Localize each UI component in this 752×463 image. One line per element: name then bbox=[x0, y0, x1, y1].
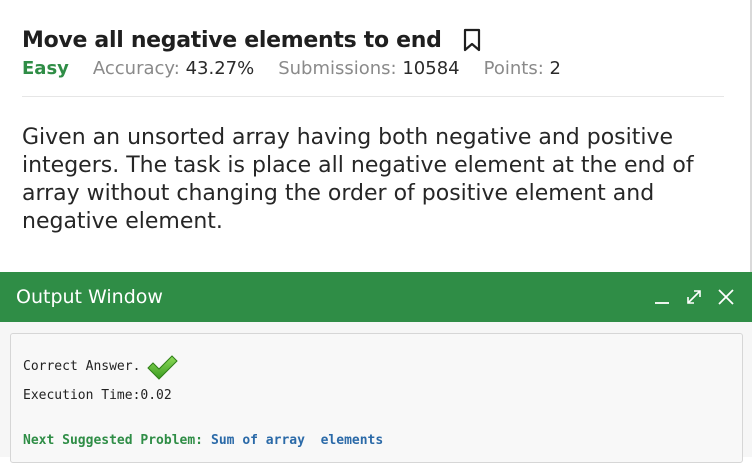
bookmark-icon[interactable] bbox=[462, 28, 482, 52]
next-problem-line: Next Suggested Problem: Sum of array ele… bbox=[23, 426, 730, 455]
close-icon[interactable] bbox=[716, 287, 736, 307]
execution-time-text: Execution Time:0.02 bbox=[23, 388, 172, 403]
problem-title: Move all negative elements to end bbox=[22, 27, 442, 53]
difficulty-badge: Easy bbox=[22, 58, 69, 79]
output-window: Output Window Correct Answer. Execution … bbox=[0, 272, 752, 463]
points-label: Points: bbox=[483, 58, 544, 79]
accuracy-label: Accuracy: bbox=[92, 58, 180, 79]
execution-time-line: Execution Time:0.02 bbox=[23, 381, 730, 410]
points-value: 2 bbox=[549, 58, 561, 79]
problem-header: Move all negative elements to end Easy A… bbox=[22, 22, 724, 86]
next-problem-link[interactable]: Sum of array elements bbox=[211, 433, 383, 448]
title-row: Move all negative elements to end bbox=[22, 22, 724, 58]
points-stat: Points: 2 bbox=[484, 58, 561, 79]
accuracy-stat: Accuracy: 43.27% bbox=[93, 58, 254, 79]
maximize-icon[interactable] bbox=[684, 287, 704, 307]
problem-meta: Easy Accuracy: 43.27% Submissions: 10584… bbox=[22, 58, 724, 86]
submissions-value: 10584 bbox=[402, 58, 460, 79]
output-window-title: Output Window bbox=[16, 286, 163, 308]
result-line: Correct Answer. bbox=[23, 352, 730, 381]
header-divider bbox=[22, 96, 724, 97]
submissions-stat: Submissions: 10584 bbox=[278, 58, 459, 79]
problem-description: Given an unsorted array having both nega… bbox=[22, 125, 694, 234]
next-problem-label: Next Suggested Problem: bbox=[23, 433, 204, 448]
output-titlebar: Output Window bbox=[0, 272, 752, 322]
window-controls bbox=[652, 287, 736, 307]
minimize-icon[interactable] bbox=[652, 287, 672, 307]
output-console: Correct Answer. Execution Time:0.02 Next… bbox=[10, 333, 743, 463]
result-text: Correct Answer. bbox=[23, 359, 141, 374]
checkmark-icon bbox=[146, 354, 179, 380]
accuracy-value: 43.27% bbox=[185, 58, 255, 79]
submissions-label: Submissions: bbox=[278, 58, 397, 79]
